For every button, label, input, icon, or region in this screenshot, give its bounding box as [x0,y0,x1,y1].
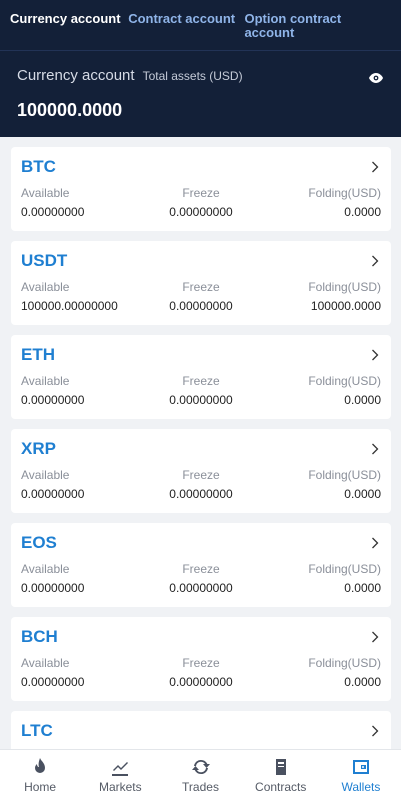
available-label: Available [21,656,70,670]
available-label: Available [21,186,70,200]
coin-symbol: USDT [21,251,68,270]
available-label: Available [21,280,70,294]
chart-icon [112,762,129,776]
coin-symbol: ETH [21,345,55,364]
coin-card[interactable]: ETH Available Freeze Folding(USD) 0.00000000… [11,335,391,419]
tab-currency-account[interactable]: Currency account [10,0,128,50]
folding-label: Folding(USD) [308,280,381,294]
freeze-label: Freeze [182,186,220,200]
summary-title: Currency account [17,67,135,84]
available-value: 0.00000000 [21,205,85,219]
freeze-value: 0.00000000 [169,581,233,595]
freeze-value: 0.00000000 [169,487,233,501]
folding-label: Folding(USD) [308,562,381,576]
chevron-right-icon [372,537,379,549]
coin-list: BTC Available Freeze Folding(USD) 0.00000000… [0,137,401,795]
chevron-right-icon [372,161,379,173]
available-value: 100000.00000000 [21,299,118,313]
available-label: Available [21,562,70,576]
available-value: 0.00000000 [21,393,85,407]
folding-value: 0.0000 [344,487,381,501]
nav-markets[interactable]: Markets [80,750,160,798]
folding-value: 0.0000 [344,581,381,595]
nav-contracts[interactable]: Contracts [241,750,321,798]
freeze-value: 0.00000000 [169,205,233,219]
folding-value: 0.0000 [344,393,381,407]
nav-wallets-label: Wallets [341,780,381,794]
folding-value: 100000.0000 [310,299,381,313]
folding-label: Folding(USD) [308,656,381,670]
coin-card[interactable]: BTC Available Freeze Folding(USD) 0.00000000… [11,147,391,231]
freeze-value: 0.00000000 [169,393,233,407]
header: Currency account Contract account Option… [0,0,401,137]
nav-trades-label: Trades [182,780,219,794]
summary-subtitle: Total assets (USD) [142,69,243,83]
account-tabs: Currency account Contract account Option… [0,0,401,51]
folding-label: Folding(USD) [308,468,381,482]
freeze-label: Freeze [182,656,220,670]
available-value: 0.00000000 [21,675,85,689]
folding-label: Folding(USD) [308,186,381,200]
chevron-right-icon [372,255,379,267]
folding-label: Folding(USD) [308,374,381,388]
chevron-right-icon [372,443,379,455]
coin-symbol: BCH [21,627,58,646]
refresh-icon [191,759,210,775]
coin-card[interactable]: USDT Available Freeze Folding(USD) 100000.00… [11,241,391,325]
chevron-right-icon [372,349,379,361]
wallet-icon [352,760,369,774]
document-icon [275,759,286,775]
available-label: Available [21,374,70,388]
coin-card[interactable]: XRP Available Freeze Folding(USD) 0.00000000… [11,429,391,513]
coin-card[interactable]: EOS Available Freeze Folding(USD) 0.00000000… [11,523,391,607]
folding-value: 0.0000 [344,675,381,689]
nav-home-label: Home [24,780,57,794]
freeze-value: 0.00000000 [169,299,233,313]
tab-contract-account[interactable]: Contract account [128,0,244,50]
tab-option-contract-account[interactable]: Option contract account [244,0,391,50]
freeze-value: 0.00000000 [169,675,233,689]
nav-wallets[interactable]: Wallets [321,750,401,798]
available-label: Available [21,468,70,482]
bottom-nav: Home Markets Trades Contracts Wallets [0,749,401,798]
chevron-right-icon [372,725,379,737]
coin-symbol: EOS [21,533,57,552]
account-summary: Currency account Total assets (USD) 1000… [0,51,401,137]
folding-value: 0.0000 [344,205,381,219]
available-value: 0.00000000 [21,487,85,501]
coin-symbol: XRP [21,439,56,458]
nav-trades[interactable]: Trades [160,750,240,798]
freeze-label: Freeze [182,374,220,388]
nav-markets-label: Markets [98,780,142,794]
freeze-label: Freeze [182,468,220,482]
total-assets-value: 100000.0000 [17,100,123,120]
nav-home[interactable]: Home [0,750,80,798]
coin-card[interactable]: BCH Available Freeze Folding(USD) 0.00000000… [11,617,391,701]
coin-symbol: LTC [21,721,53,740]
available-value: 0.00000000 [21,581,85,595]
freeze-label: Freeze [182,280,220,294]
nav-contracts-label: Contracts [255,780,307,794]
chevron-right-icon [372,631,379,643]
eye-icon[interactable] [369,73,383,83]
coin-symbol: BTC [21,157,56,176]
freeze-label: Freeze [182,562,220,576]
flame-icon [35,758,46,773]
